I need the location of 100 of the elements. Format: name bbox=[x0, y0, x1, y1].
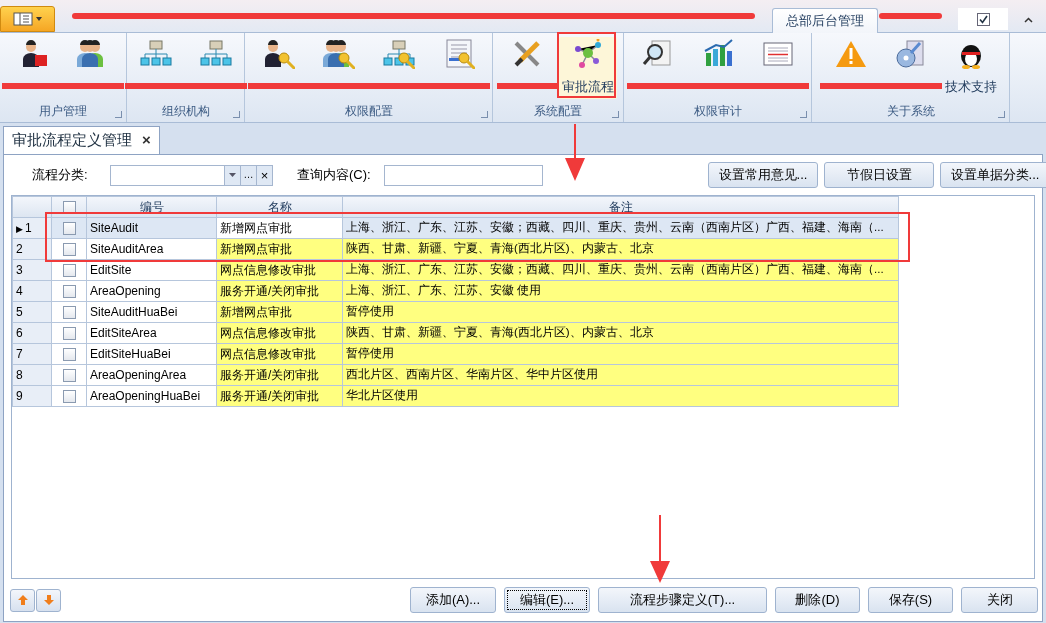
action-button[interactable]: 删除(D) bbox=[775, 587, 860, 613]
move-down-button[interactable] bbox=[36, 588, 61, 612]
disc-icon bbox=[894, 39, 927, 69]
table-cell: 华北片区使用 bbox=[342, 385, 899, 407]
launcher-icon[interactable] bbox=[612, 111, 619, 118]
table-cell: 上海、浙江、广东、江苏、安徽 使用 bbox=[342, 280, 899, 302]
row-checkbox[interactable] bbox=[62, 347, 76, 361]
row-header[interactable]: 9 bbox=[12, 385, 52, 407]
row-header[interactable]: 8 bbox=[12, 364, 52, 386]
group-label: 系统配置 bbox=[534, 102, 582, 120]
row-number: 4 bbox=[16, 284, 23, 298]
org-chart-icon bbox=[139, 39, 172, 69]
group-label: 权限配置 bbox=[344, 102, 393, 120]
checkbox[interactable] bbox=[976, 12, 990, 26]
strike-mark bbox=[879, 13, 942, 19]
row-header[interactable]: 7 bbox=[12, 343, 52, 365]
action-button[interactable]: 添加(A)... bbox=[410, 587, 496, 613]
down-arrow-icon bbox=[42, 594, 55, 606]
launcher-icon[interactable] bbox=[115, 111, 122, 118]
group-label: 关于系统 bbox=[886, 102, 935, 120]
dropdown-button[interactable] bbox=[224, 165, 240, 185]
row-number: 2 bbox=[16, 242, 23, 256]
warning-icon bbox=[834, 39, 867, 69]
strike-mark bbox=[497, 83, 559, 89]
column-header[interactable]: 备注 bbox=[342, 196, 899, 218]
browse-button[interactable]: … bbox=[240, 165, 256, 185]
row-header[interactable]: 5 bbox=[12, 301, 52, 323]
ribbon-button[interactable]: 审批流程 bbox=[559, 37, 617, 99]
category-label: 流程分类: bbox=[32, 166, 89, 185]
action-button[interactable]: 流程步骤定义(T)... bbox=[598, 587, 767, 613]
launcher-icon[interactable] bbox=[481, 111, 488, 118]
query-field[interactable] bbox=[384, 164, 543, 186]
tab-title: 审批流程定义管理 bbox=[12, 130, 132, 151]
table-cell: 陕西、甘肃、新疆、宁夏、青海(西北片区)、内蒙古、北京 bbox=[342, 238, 899, 260]
row-checkbox[interactable] bbox=[62, 305, 76, 319]
caret-icon bbox=[36, 17, 42, 21]
table-cell: EditSite bbox=[86, 259, 217, 281]
column-header[interactable]: 编号 bbox=[86, 196, 217, 218]
move-up-button[interactable] bbox=[10, 588, 35, 612]
row-checkbox[interactable] bbox=[62, 242, 76, 256]
menu-icon bbox=[13, 12, 33, 26]
molecule-icon bbox=[572, 39, 604, 69]
row-number: 9 bbox=[16, 389, 23, 403]
arrow-drawing bbox=[650, 515, 670, 583]
toolbar-button[interactable]: 节假日设置 bbox=[824, 162, 934, 188]
table-cell: 上海、浙江、广东、江苏、安徽；西藏、四川、重庆、贵州、云南（西南片区）广西、福建、海南（... bbox=[342, 217, 899, 239]
action-button[interactable]: 保存(S) bbox=[868, 587, 953, 613]
launcher-icon[interactable] bbox=[233, 111, 240, 118]
column-header[interactable]: 名称 bbox=[216, 196, 343, 218]
table-cell: AreaOpeningArea bbox=[86, 364, 217, 386]
group-label: 权限审计 bbox=[693, 102, 742, 120]
document-tab[interactable]: 审批流程定义管理 × bbox=[3, 126, 160, 154]
up-arrow-icon bbox=[16, 594, 29, 606]
group-label: 组织机构 bbox=[161, 102, 210, 120]
row-number: 8 bbox=[16, 368, 23, 382]
launcher-icon[interactable] bbox=[998, 111, 1005, 118]
query-label: 查询内容(C): bbox=[297, 166, 372, 185]
toolbar-button[interactable]: 设置常用意见... bbox=[708, 162, 818, 188]
users-key-icon bbox=[322, 39, 355, 69]
row-number: 6 bbox=[16, 326, 23, 340]
document-icon bbox=[761, 39, 794, 69]
table-cell: 暂停使用 bbox=[342, 301, 899, 323]
row-checkbox[interactable] bbox=[62, 389, 76, 403]
clear-button[interactable]: × bbox=[256, 165, 272, 185]
app-menu-button[interactable] bbox=[0, 6, 55, 32]
row-number: 1 bbox=[25, 221, 32, 235]
table-cell: AreaOpeningHuaBei bbox=[86, 385, 217, 407]
close-icon[interactable]: × bbox=[142, 129, 151, 152]
category-combo[interactable]: … × bbox=[110, 164, 273, 186]
org-chart-key-icon bbox=[382, 39, 415, 69]
table-cell: EditSiteArea bbox=[86, 322, 217, 344]
user-key-icon bbox=[262, 39, 295, 69]
ribbon-button[interactable]: 技术支持 bbox=[941, 37, 1000, 99]
action-button[interactable]: 编辑(E)... bbox=[504, 587, 590, 613]
toolbar-button[interactable]: 设置单据分类... bbox=[940, 162, 1046, 188]
table-cell: SiteAuditHuaBei bbox=[86, 301, 217, 323]
row-checkbox[interactable] bbox=[62, 221, 76, 235]
row-header[interactable]: 4 bbox=[12, 280, 52, 302]
table-cell: 陕西、甘肃、新疆、宁夏、青海(西北片区)、内蒙古、北京 bbox=[342, 322, 899, 344]
row-number: 3 bbox=[16, 263, 23, 277]
row-number: 7 bbox=[16, 347, 23, 361]
launcher-icon[interactable] bbox=[800, 111, 807, 118]
table-cell: 暂停使用 bbox=[342, 343, 899, 365]
arrow-drawing bbox=[565, 124, 585, 181]
row-checkbox[interactable] bbox=[62, 284, 76, 298]
row-checkbox[interactable] bbox=[62, 326, 76, 340]
row-checkbox[interactable] bbox=[62, 368, 76, 382]
row-checkbox[interactable] bbox=[62, 263, 76, 277]
highlight-frame bbox=[557, 32, 616, 98]
action-button[interactable]: 关闭 bbox=[961, 587, 1038, 613]
org-chart-icon bbox=[199, 39, 232, 69]
current-row-icon: ▶ bbox=[16, 224, 23, 234]
table-cell: 西北片区、西南片区、华南片区、华中片区使用 bbox=[342, 364, 899, 386]
row-header[interactable]: 6 bbox=[12, 322, 52, 344]
ribbon-tab[interactable]: 总部后台管理 bbox=[772, 8, 878, 33]
collapse-icon[interactable] bbox=[1024, 17, 1033, 23]
table-cell: EditSiteHuaBei bbox=[86, 343, 217, 365]
row-number: 5 bbox=[16, 305, 23, 319]
table-cell: AreaOpening bbox=[86, 280, 217, 302]
group-label: 用户管理 bbox=[39, 102, 87, 120]
